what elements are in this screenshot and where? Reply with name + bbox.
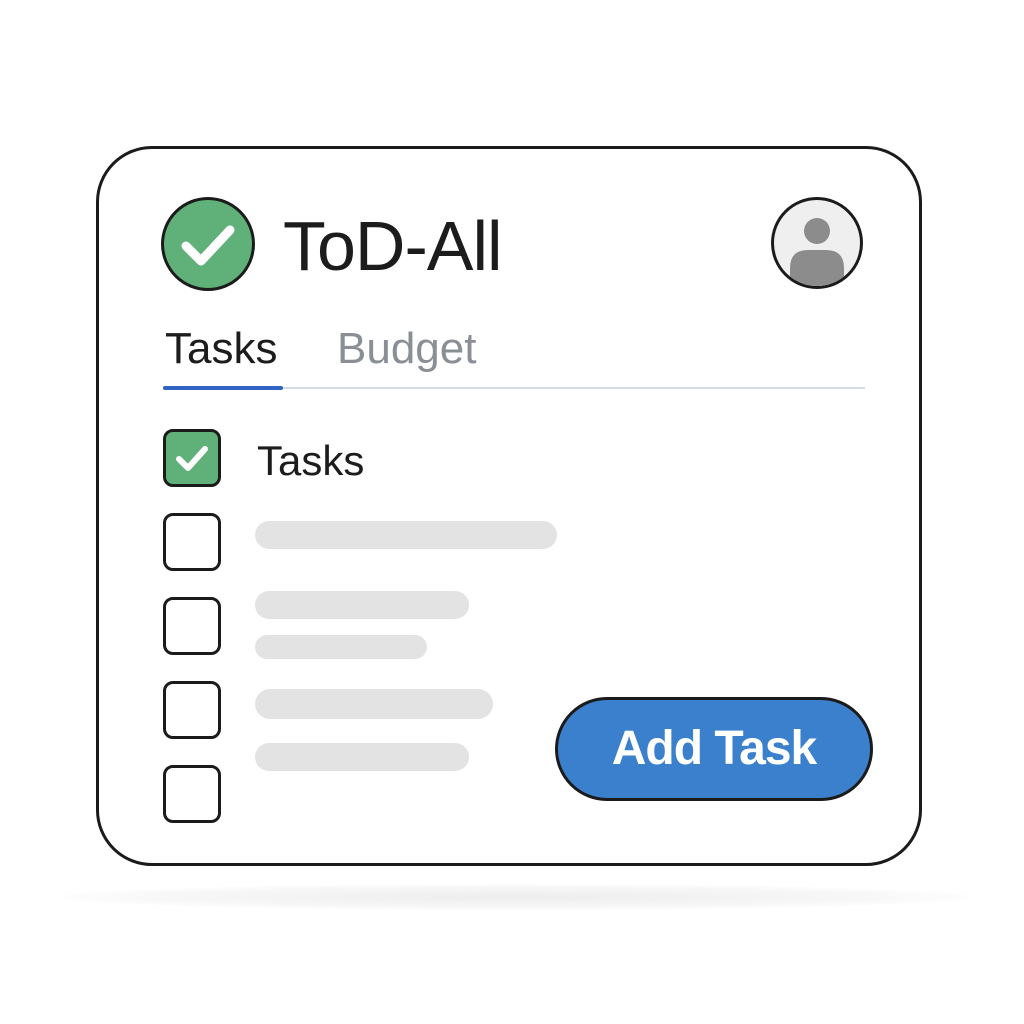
task-checkbox[interactable] [163, 765, 221, 823]
user-avatar-icon[interactable] [771, 197, 863, 289]
add-task-button[interactable]: Add Task [555, 697, 873, 801]
task-checkbox-checked[interactable] [163, 429, 221, 487]
task-label: Tasks [257, 437, 365, 484]
active-tab-indicator [163, 386, 283, 390]
task-placeholder-line [255, 591, 469, 619]
app-title: ToD-All [283, 207, 503, 285]
check-circle-icon [161, 197, 255, 291]
card-shadow [60, 884, 970, 910]
stage: ToD-All Tasks Budget Tasks Add Task [0, 0, 1024, 1024]
task-placeholder-line [255, 689, 493, 719]
task-placeholder-line [255, 521, 557, 549]
task-placeholder-line [255, 635, 427, 659]
task-checkbox[interactable] [163, 681, 221, 739]
tab-tasks[interactable]: Tasks [165, 321, 277, 377]
task-checkbox[interactable] [163, 513, 221, 571]
tab-bar: Tasks Budget [163, 321, 865, 391]
tab-budget[interactable]: Budget [337, 321, 476, 377]
task-checkbox[interactable] [163, 597, 221, 655]
app-card: ToD-All Tasks Budget Tasks Add Task [96, 146, 922, 866]
task-placeholder-line [255, 743, 469, 771]
